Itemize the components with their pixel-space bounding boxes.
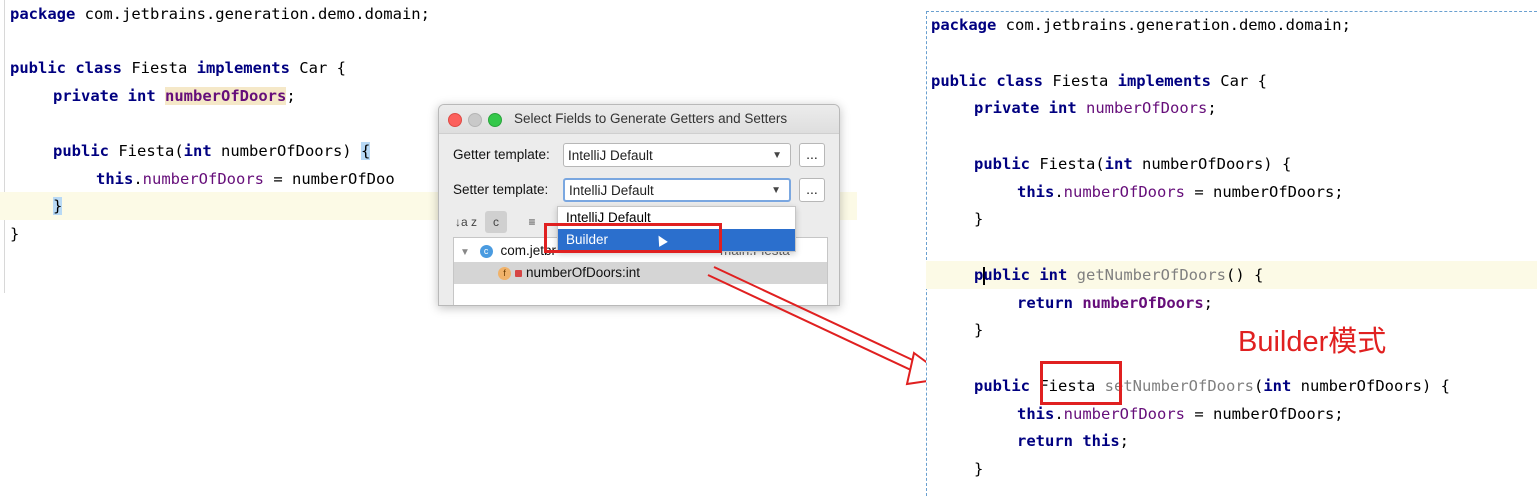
keyword: int bbox=[1263, 377, 1292, 395]
keyword: this bbox=[1017, 405, 1055, 423]
getter-name: getNumberOfDoors bbox=[1067, 266, 1226, 284]
code-line-setter-return: return this; bbox=[1017, 427, 1129, 455]
setter-rest: numberOfDoors) { bbox=[1291, 377, 1450, 395]
paren: ( bbox=[1253, 377, 1264, 395]
code-line-assign: this.numberOfDoors = numberOfDoors; bbox=[1017, 183, 1344, 201]
code-line-getter-return: return numberOfDoors; bbox=[1017, 289, 1213, 317]
brace: } bbox=[974, 210, 984, 228]
keyword: package bbox=[931, 16, 997, 34]
keyword: ublic int bbox=[983, 266, 1068, 284]
code-line-close-setter: } bbox=[974, 455, 983, 483]
keyword: p bbox=[974, 266, 984, 284]
code-line-close-getter: } bbox=[974, 316, 983, 344]
semicolon: ; bbox=[1203, 294, 1214, 312]
ctor-param: numberOfDoors) { bbox=[1132, 155, 1292, 173]
code-line-class: public class Fiesta implements Car { bbox=[931, 67, 1267, 95]
code-line-field: private int numberOfDoors; bbox=[974, 94, 1217, 122]
assign-rest: = numberOfDoors; bbox=[1185, 405, 1344, 423]
builder-mode-annotation: Builder模式 bbox=[1238, 326, 1387, 358]
keyword: this bbox=[1017, 183, 1055, 201]
keyword: public bbox=[974, 377, 1030, 395]
brace: } bbox=[974, 460, 984, 478]
keyword: int bbox=[1104, 155, 1133, 173]
right-code-editor[interactable]: package com.jetbrains.generation.demo.do… bbox=[926, 11, 1537, 496]
selection-border-left bbox=[926, 11, 927, 496]
arrow-line-upper bbox=[713, 266, 935, 371]
assign-rest: = numberOfDoors; bbox=[1185, 183, 1344, 201]
code-line-close-ctor: } bbox=[974, 205, 983, 233]
field-name: numberOfDoors bbox=[1086, 99, 1208, 117]
field-ref: numberOfDoors bbox=[1063, 405, 1185, 423]
class-name: Fiesta bbox=[1042, 72, 1118, 90]
class-rest: Car { bbox=[1210, 72, 1267, 90]
semicolon: ; bbox=[1119, 432, 1130, 450]
semicolon: ; bbox=[1207, 99, 1217, 117]
field-ref: numberOfDoors bbox=[1082, 294, 1204, 312]
arrow-line-lower bbox=[707, 274, 929, 379]
keyword: implements bbox=[1117, 72, 1211, 90]
code-line-constructor: public Fiesta(int numberOfDoors) { bbox=[974, 150, 1291, 178]
ctor-name: Fiesta( bbox=[1030, 155, 1105, 173]
field-ref: numberOfDoors bbox=[1063, 183, 1185, 201]
code-line-package: package com.jetbrains.generation.demo.do… bbox=[931, 11, 1351, 39]
code-line-getter: public int getNumberOfDoors() { bbox=[974, 261, 1263, 289]
keyword: return bbox=[1017, 432, 1073, 450]
brace: } bbox=[974, 321, 984, 339]
fiesta-return-type-highlight-box bbox=[1040, 361, 1122, 405]
package-name: com.jetbrains.generation.demo.domain; bbox=[996, 16, 1351, 34]
keyword: return bbox=[1017, 294, 1073, 312]
keyword: public class bbox=[931, 72, 1043, 90]
keyword: private int bbox=[974, 99, 1077, 117]
keyword: this bbox=[1082, 432, 1120, 450]
getter-rest: () { bbox=[1225, 266, 1264, 284]
keyword: public bbox=[974, 155, 1030, 173]
